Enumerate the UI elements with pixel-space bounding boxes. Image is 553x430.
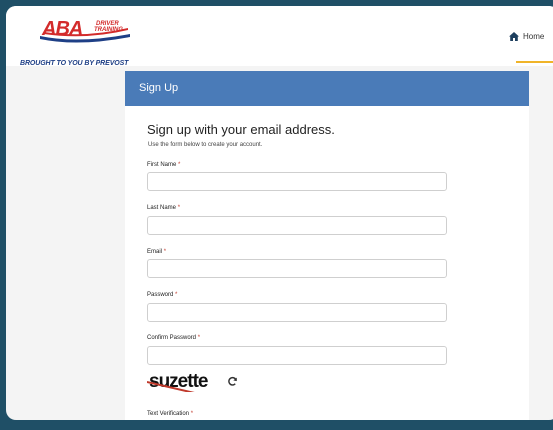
first-name-label: First Name * (147, 162, 180, 168)
card-header-title: Sign Up (139, 82, 179, 94)
home-icon (509, 31, 519, 41)
svg-text:TRAINING: TRAINING (94, 27, 123, 33)
password-label-text: Password (147, 292, 174, 298)
required-mark: * (175, 292, 178, 298)
last-name-label: Last Name * (147, 205, 180, 211)
signup-card-header: Sign Up (125, 71, 529, 106)
signup-form-card: Sign up with your email address. Use the… (125, 106, 529, 420)
email-field[interactable] (147, 259, 447, 278)
required-mark: * (177, 205, 181, 211)
confirm-password-field[interactable] (147, 346, 447, 365)
text-verification-label-text: Text Verification (147, 411, 190, 417)
captcha-image: suzette (147, 372, 221, 392)
email-label: Email * (147, 249, 166, 255)
required-mark: * (163, 249, 167, 255)
confirm-password-label: Confirm Password * (147, 335, 200, 341)
last-name-label-text: Last Name (147, 205, 177, 211)
last-name-field[interactable] (147, 216, 447, 235)
first-name-label-text: First Name (147, 162, 177, 168)
password-label: Password * (147, 292, 177, 298)
browser-window: ABA DRIVER TRAINING BROUGHT TO YOU BY PR… (6, 6, 553, 420)
nav-home-link[interactable]: Home (509, 28, 544, 44)
aba-logo-mark: ABA DRIVER TRAINING (40, 18, 130, 43)
email-label-text: Email (147, 249, 163, 255)
top-navigation-bar: ABA DRIVER TRAINING BROUGHT TO YOU BY PR… (6, 6, 553, 67)
aba-logo[interactable]: ABA DRIVER TRAINING BROUGHT TO YOU BY PR… (20, 16, 138, 67)
form-heading: Sign up with your email address. (147, 122, 335, 137)
text-verification-label: Text Verification * (147, 411, 193, 417)
svg-text:ABA: ABA (41, 18, 82, 40)
required-mark: * (190, 411, 194, 417)
first-name-field[interactable] (147, 172, 447, 191)
logo-tagline: BROUGHT TO YOU BY PREVOST (20, 60, 129, 67)
password-field[interactable] (147, 303, 447, 322)
refresh-icon[interactable] (227, 376, 238, 387)
required-mark: * (178, 162, 181, 168)
required-mark: * (197, 335, 201, 341)
nav-active-underline (516, 61, 553, 63)
confirm-password-label-text: Confirm Password (147, 335, 197, 341)
form-subheading: Use the form below to create your accoun… (148, 142, 263, 148)
nav-home-label: Home (523, 31, 545, 41)
